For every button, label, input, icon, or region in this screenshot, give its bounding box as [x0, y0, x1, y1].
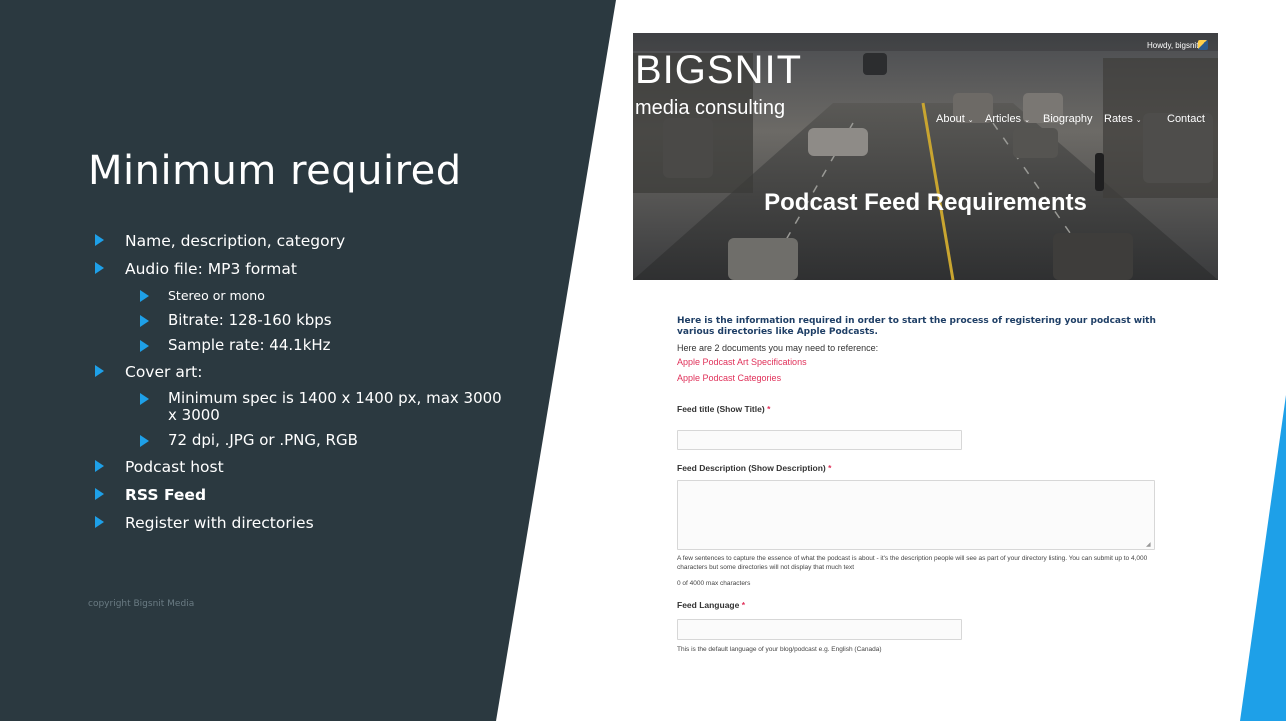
site-logo-subtitle: media consulting — [635, 97, 786, 119]
car — [808, 128, 868, 156]
nav-item-rates[interactable]: Rates ⌄ — [1104, 113, 1142, 125]
feed-title-input[interactable] — [677, 430, 962, 450]
bullet-arrow-icon — [140, 393, 149, 405]
bullet-item: Cover art: — [95, 362, 515, 382]
feed-title-label: Feed title (Show Title) * — [677, 404, 770, 414]
sub-bullet-item: Stereo or mono — [95, 287, 515, 304]
bullet-text: Name, description, category — [125, 232, 346, 250]
bullet-arrow-icon — [95, 234, 104, 246]
nav-item-contact[interactable]: Contact — [1167, 113, 1205, 125]
feed-description-label: Feed Description (Show Description) * — [677, 463, 831, 473]
bullet-text: Podcast host — [125, 458, 224, 476]
bullet-arrow-icon — [95, 262, 104, 274]
nav-item-biography[interactable]: Biography — [1043, 113, 1093, 125]
hero-banner: Howdy, bigsnit BIGSNIT media consulting … — [633, 33, 1218, 280]
bullet-text: Sample rate: 44.1kHz — [168, 336, 331, 354]
bullet-item: Audio file: MP3 format — [95, 259, 515, 279]
nav-label: Biography — [1043, 113, 1093, 125]
label-text: Feed Language — [677, 600, 740, 610]
required-marker: * — [767, 404, 771, 414]
feed-language-input[interactable] — [677, 619, 962, 640]
resize-handle-icon[interactable]: ◢ — [1146, 541, 1151, 548]
bullet-text: 72 dpi, .JPG or .PNG, RGB — [168, 431, 358, 449]
chevron-down-icon: ⌄ — [967, 117, 974, 124]
accent-stripe — [1240, 395, 1286, 721]
refs-text: Here are 2 documents you may need to ref… — [677, 343, 879, 353]
bullet-item: Name, description, category — [95, 231, 515, 251]
link-art-specifications[interactable]: Apple Podcast Art Specifications — [677, 357, 807, 367]
page-title: Podcast Feed Requirements — [764, 189, 1087, 216]
bullet-item: Podcast host — [95, 457, 515, 477]
bullet-text: Minimum spec is 1400 x 1400 px, max 3000… — [168, 389, 502, 424]
bullet-arrow-icon — [140, 340, 149, 352]
copyright-text: copyright Bigsnit Media — [88, 599, 195, 609]
admin-greeting[interactable]: Howdy, bigsnit — [1147, 41, 1198, 50]
bullet-arrow-icon — [95, 488, 104, 500]
sub-bullet-item: Sample rate: 44.1kHz — [95, 337, 515, 354]
link-podcast-categories[interactable]: Apple Podcast Categories — [677, 373, 781, 383]
bullet-text: Register with directories — [125, 514, 314, 532]
sub-bullet-item: Bitrate: 128-160 kbps — [95, 312, 515, 329]
sub-bullet-item: 72 dpi, .JPG or .PNG, RGB — [95, 432, 515, 449]
slide-title: Minimum required — [88, 148, 462, 194]
car — [863, 53, 887, 75]
required-marker: * — [828, 463, 832, 473]
feed-description-help: A few sentences to capture the essence o… — [677, 555, 1148, 571]
bullet-arrow-icon — [140, 290, 149, 302]
character-counter: 0 of 4000 max characters — [677, 580, 751, 587]
required-marker: * — [741, 600, 746, 610]
nav-label: Articles — [985, 113, 1022, 125]
site-logo[interactable]: BIGSNIT — [635, 48, 802, 93]
bullet-text: RSS Feed — [125, 486, 207, 504]
bullet-arrow-icon — [140, 435, 149, 447]
nav-item-about[interactable]: About ⌄ — [936, 113, 974, 125]
nav-item-articles[interactable]: Articles ⌄ — [985, 113, 1030, 125]
bullet-item: RSS Feed — [95, 485, 515, 505]
car — [1053, 233, 1133, 280]
chevron-down-icon: ⌄ — [1135, 117, 1142, 124]
car — [728, 238, 798, 280]
slide: Minimum required Name, description, cate… — [0, 0, 1286, 721]
feed-language-help: This is the default language of your blo… — [677, 646, 882, 653]
website-screenshot: Howdy, bigsnit BIGSNIT media consulting … — [633, 33, 1218, 681]
bullet-text: Audio file: MP3 format — [125, 260, 297, 278]
intro-text: Here is the information required in orde… — [677, 316, 1156, 337]
bullet-text: Stereo or mono — [168, 288, 265, 303]
bullet-text: Bitrate: 128-160 kbps — [168, 311, 332, 329]
pedestrian — [1095, 153, 1104, 191]
bullet-arrow-icon — [95, 516, 104, 528]
user-avatar-icon[interactable] — [1198, 40, 1208, 50]
feed-language-label: Feed Language * — [677, 600, 745, 610]
sub-bullet-item: Minimum spec is 1400 x 1400 px, max 3000… — [95, 390, 513, 424]
nav-label: Rates — [1104, 113, 1133, 125]
car — [1013, 128, 1058, 158]
bullet-text: Cover art: — [125, 363, 203, 381]
bullet-item: Register with directories — [95, 513, 515, 533]
bullet-arrow-icon — [95, 460, 104, 472]
bullet-arrow-icon — [140, 315, 149, 327]
label-text: Feed Description (Show Description) — [677, 463, 826, 473]
label-text: Feed title (Show Title) — [677, 404, 765, 414]
bullet-arrow-icon — [95, 365, 104, 377]
chevron-down-icon: ⌄ — [1024, 117, 1030, 124]
nav-label: Contact — [1167, 113, 1205, 125]
nav-label: About — [936, 113, 965, 125]
car — [663, 118, 713, 178]
bullet-list: Name, description, category Audio file: … — [95, 231, 515, 541]
feed-description-textarea[interactable] — [677, 480, 1155, 550]
